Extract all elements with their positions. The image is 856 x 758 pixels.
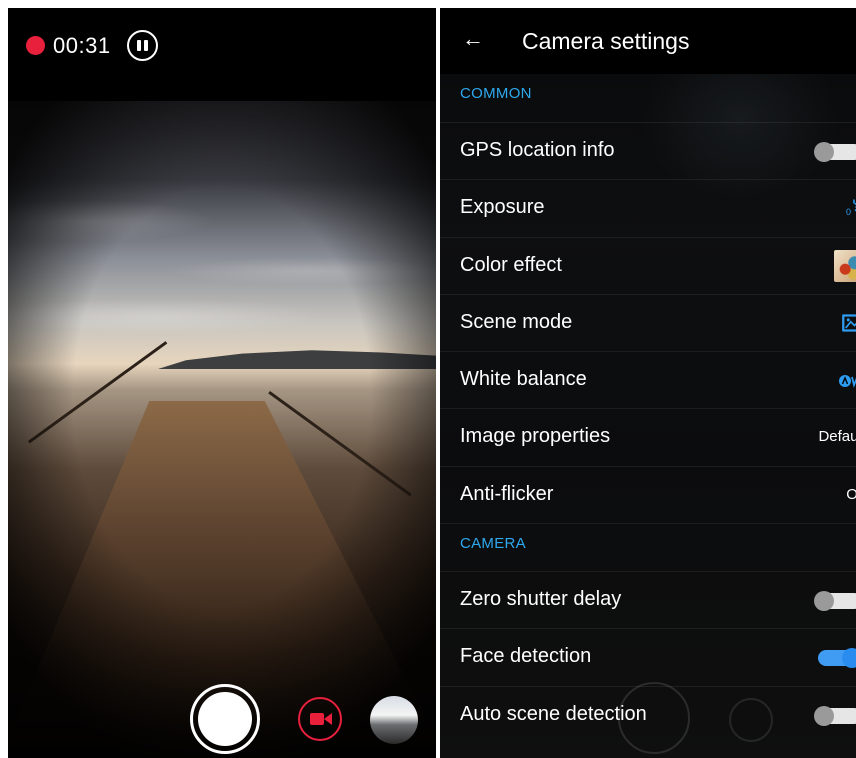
capture-controls [8,8,436,758]
camera-settings-screen: ← Camera settings COMMON GPS location in… [440,8,856,758]
setting-label: Scene mode [460,310,573,333]
page-title: Camera settings [522,28,690,54]
section-header-common: COMMON [460,85,532,102]
setting-zero-shutter-delay[interactable]: Zero shutter delay [440,571,856,628]
video-camera-icon [310,713,324,725]
settings-app-bar: ← Camera settings [440,8,856,74]
setting-value: Default [818,428,856,446]
setting-label: Zero shutter delay [460,588,622,611]
setting-value: Off [846,485,856,503]
svg-text:0: 0 [846,207,851,217]
setting-anti-flicker[interactable]: Anti-flicker Off [440,465,856,523]
setting-exposure[interactable]: Exposure 0 [440,179,856,236]
setting-color-effect[interactable]: Color effect [440,236,856,294]
setting-white-balance[interactable]: White balance [440,351,856,408]
setting-label: Exposure [460,196,545,219]
setting-label: Face detection [460,645,592,668]
exposure-icon: 0 [846,199,856,217]
setting-scene-mode[interactable]: Scene mode [440,293,856,351]
setting-face-detection[interactable]: Face detection [440,628,856,685]
scene-mode-icon [842,314,856,332]
setting-label: Auto scene detection [460,702,647,725]
color-effect-icon [834,249,856,282]
setting-gps-location[interactable]: GPS location info [440,122,856,179]
video-camera-lens-icon [324,713,332,725]
setting-label: Color effect [460,253,562,276]
auto-scene-detection-toggle[interactable] [814,705,856,726]
face-detection-toggle[interactable] [814,648,856,669]
setting-label: GPS location info [460,139,615,161]
setting-auto-scene-detection[interactable]: Auto scene detection [440,685,856,743]
setting-label: White balance [460,368,587,391]
setting-label: Anti-flicker [460,482,554,505]
zero-shutter-delay-toggle[interactable] [814,591,856,612]
video-mode-button[interactable] [298,697,342,741]
white-balance-auto-icon [839,375,856,389]
shutter-button[interactable] [190,684,260,754]
gallery-thumbnail[interactable] [370,696,418,744]
section-header-camera: CAMERA [440,523,856,571]
gps-location-toggle[interactable] [814,142,856,162]
setting-image-properties[interactable]: Image properties Default [440,408,856,465]
setting-label: Image properties [460,425,611,448]
settings-list: COMMON GPS location info Exposure 0 Colo… [440,74,856,743]
back-arrow-icon[interactable]: ← [462,26,488,52]
camera-recording-screen: 00:31 [8,8,436,758]
